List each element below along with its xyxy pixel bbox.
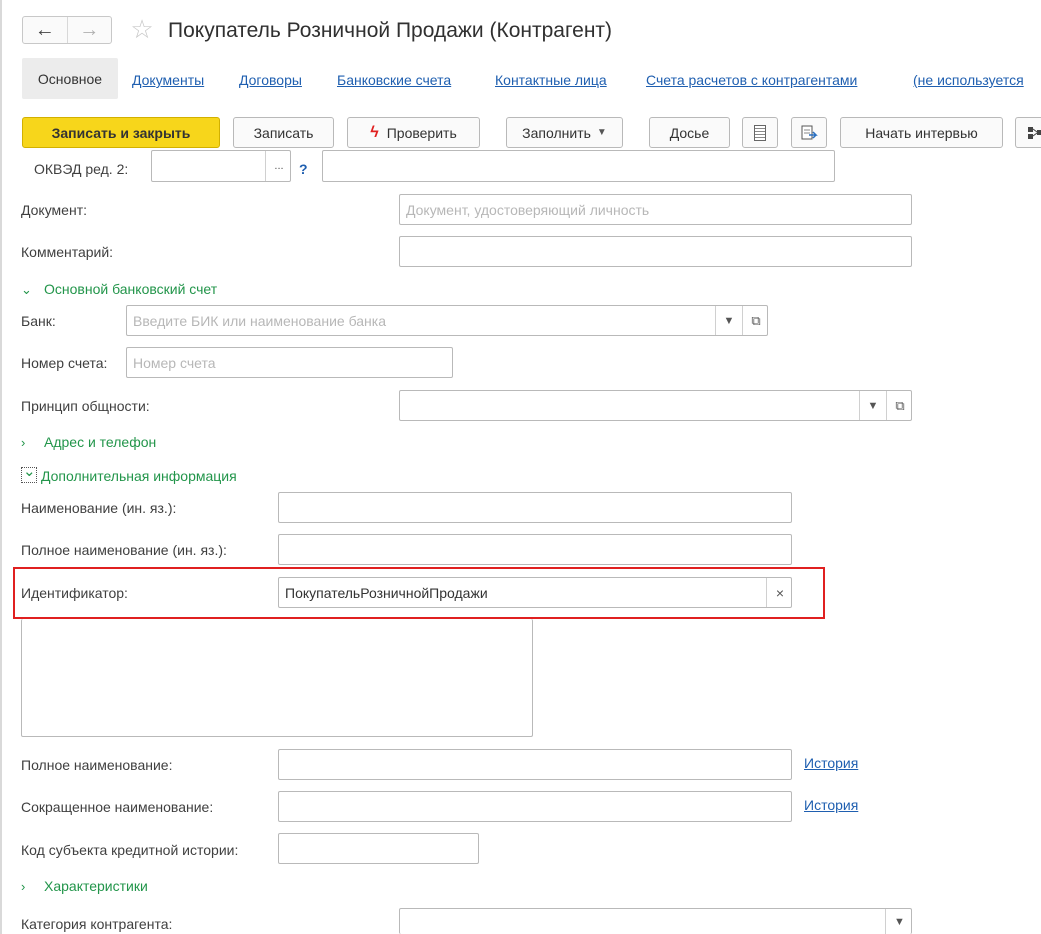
credit-code-label: Код субъекта кредитной истории:: [21, 842, 239, 858]
check-button-label: Проверить: [386, 124, 457, 141]
chevron-right-icon: ›: [21, 435, 26, 450]
tab-main[interactable]: Основное: [22, 58, 118, 99]
category-input[interactable]: ▼: [399, 908, 912, 934]
account-number-label: Номер счета:: [21, 355, 108, 371]
dossier-button[interactable]: Досье: [649, 117, 730, 148]
check-button[interactable]: ϟ Проверить: [347, 117, 480, 148]
credit-code-input[interactable]: [278, 833, 479, 864]
fill-button[interactable]: Заполнить ▼: [506, 117, 623, 148]
star-icon[interactable]: ☆: [128, 14, 156, 44]
open-icon[interactable]: ⧉: [743, 306, 769, 335]
lightning-icon: ϟ: [370, 123, 379, 141]
open-icon[interactable]: ⧉: [887, 391, 913, 420]
section-characteristics[interactable]: › Характеристики: [21, 876, 148, 897]
tab-bank-accounts[interactable]: Банковские счета: [337, 70, 451, 90]
clear-icon[interactable]: ×: [767, 578, 793, 607]
tab-documents[interactable]: Документы: [132, 70, 204, 90]
full-name-foreign-input[interactable]: [278, 534, 792, 565]
section-bank-account[interactable]: ⌄ Основной банковский счет: [21, 279, 217, 300]
okved-label: ОКВЭД ред. 2:: [34, 161, 129, 177]
section-characteristics-label: Характеристики: [44, 878, 148, 894]
structure-button[interactable]: [1015, 117, 1041, 148]
print-button[interactable]: [791, 117, 827, 148]
save-and-close-button[interactable]: Записать и закрыть: [22, 117, 220, 148]
tab-settlement-accounts[interactable]: Счета расчетов с контрагентами: [646, 70, 857, 90]
comment-input[interactable]: [399, 236, 912, 267]
report-button[interactable]: [742, 117, 778, 148]
save-button[interactable]: Записать: [233, 117, 334, 148]
back-icon[interactable]: ←: [23, 17, 67, 43]
document-arrow-icon: [801, 125, 818, 139]
account-number-input[interactable]: Номер счета: [126, 347, 453, 378]
section-additional-info[interactable]: Дополнительная информация: [21, 462, 237, 486]
full-name-history-link[interactable]: История: [804, 755, 858, 771]
short-name-input[interactable]: [278, 791, 792, 822]
account-number-placeholder: Номер счета: [133, 354, 216, 371]
window-border: [0, 0, 2, 934]
section-address-phone[interactable]: › Адрес и телефон: [21, 432, 156, 453]
identifier-label: Идентификатор:: [21, 585, 128, 601]
chevron-down-icon: ▼: [596, 127, 607, 138]
principle-input[interactable]: ▼ ⧉: [399, 390, 912, 421]
name-foreign-input[interactable]: [278, 492, 792, 523]
document-input[interactable]: Документ, удостоверяющий личность: [399, 194, 912, 225]
page-title: Покупатель Розничной Продажи (Контрагент…: [168, 19, 613, 42]
bank-input[interactable]: Введите БИК или наименование банка ▼ ⧉: [126, 305, 768, 336]
navigation-buttons: ← →: [22, 16, 112, 44]
okved-help-icon[interactable]: ?: [299, 159, 308, 179]
hierarchy-icon: [1028, 126, 1041, 139]
short-name-history-link[interactable]: История: [804, 797, 858, 813]
bank-label: Банк:: [21, 313, 56, 329]
forward-icon[interactable]: →: [66, 17, 112, 43]
chevron-down-icon: ⌄: [21, 282, 32, 297]
section-bank-account-label: Основной банковский счет: [44, 281, 218, 297]
identifier-value: ПокупательРозничнойПродажи: [285, 584, 488, 601]
fill-button-label: Заполнить: [522, 124, 591, 141]
principle-dropdown-icon[interactable]: ▼: [860, 391, 886, 420]
document-icon: [754, 124, 766, 141]
identifier-input[interactable]: ПокупательРозничнойПродажи ×: [278, 577, 792, 608]
okved-select-button[interactable]: ...: [266, 151, 292, 181]
full-name-input[interactable]: [278, 749, 792, 780]
short-name-label: Сокращенное наименование:: [21, 799, 214, 815]
start-interview-button[interactable]: Начать интервью: [840, 117, 1003, 148]
chevron-down-icon: [21, 462, 37, 483]
comment-label: Комментарий:: [21, 244, 114, 260]
full-name-label: Полное наименование:: [21, 757, 173, 773]
bank-placeholder: Введите БИК или наименование банка: [133, 312, 387, 329]
document-placeholder: Документ, удостоверяющий личность: [406, 201, 650, 218]
okved-input[interactable]: ...: [151, 150, 291, 182]
name-foreign-label: Наименование (ин. яз.):: [21, 500, 177, 516]
category-dropdown-icon[interactable]: ▼: [886, 909, 913, 934]
tab-unused[interactable]: (не используется: [913, 70, 1024, 90]
category-label: Категория контрагента:: [21, 916, 173, 932]
memo-textarea[interactable]: [21, 619, 533, 737]
section-additional-info-label: Дополнительная информация: [41, 468, 237, 484]
okved-description-input[interactable]: [322, 150, 835, 182]
tab-contact-persons[interactable]: Контактные лица: [495, 70, 607, 90]
principle-label: Принцип общности:: [21, 398, 150, 414]
full-name-foreign-label: Полное наименование (ин. яз.):: [21, 542, 227, 558]
section-address-phone-label: Адрес и телефон: [44, 434, 157, 450]
bank-dropdown-icon[interactable]: ▼: [716, 306, 742, 335]
chevron-right-icon: ›: [21, 879, 26, 894]
tab-contracts[interactable]: Договоры: [239, 70, 302, 90]
document-label: Документ:: [21, 202, 87, 218]
